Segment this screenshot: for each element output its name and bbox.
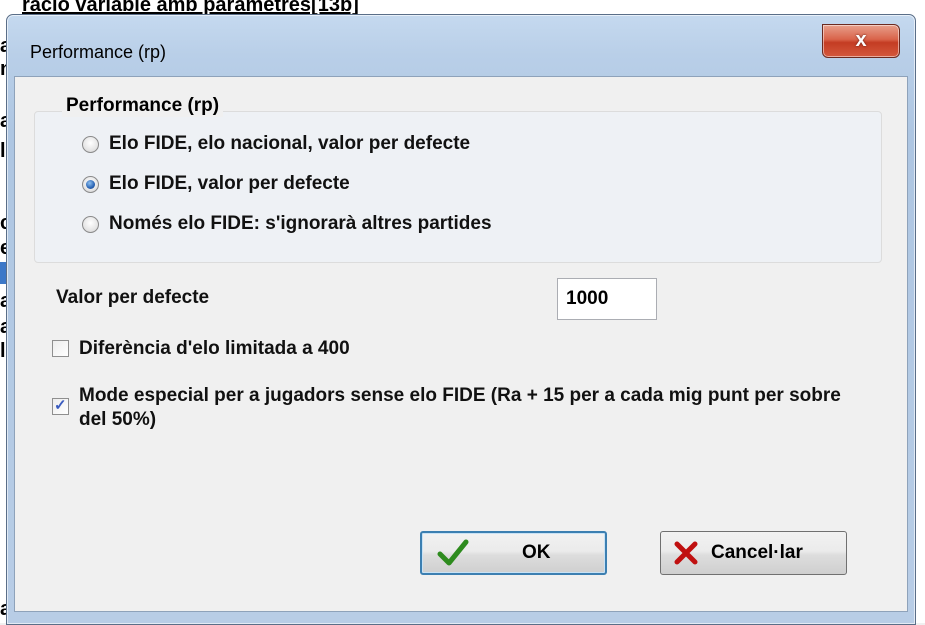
checkbox[interactable]: [52, 340, 69, 357]
checkbox-checked[interactable]: [52, 396, 69, 415]
cross-icon: [669, 536, 703, 570]
radio-button[interactable]: [82, 135, 99, 153]
checkmark-icon: [436, 536, 470, 570]
radio-label: Només elo FIDE: s'ignorarà altres partid…: [109, 213, 492, 234]
special-mode-checkbox-row[interactable]: Mode especial per a jugadors sense elo F…: [52, 384, 872, 432]
cancel-button[interactable]: Cancel·lar: [660, 531, 847, 575]
cancel-label: Cancel·lar: [711, 542, 803, 563]
checkbox-label: Diferència d'elo limitada a 400: [79, 338, 350, 359]
radio-label: Elo FIDE, valor per defecte: [109, 173, 350, 194]
group-label: Performance (rp): [62, 95, 224, 117]
default-value-input[interactable]: [557, 278, 657, 320]
radio-label: Elo FIDE, elo nacional, valor per defect…: [109, 133, 471, 154]
close-icon: x: [855, 29, 867, 51]
ok-label: OK: [522, 542, 551, 563]
radio-button[interactable]: [82, 215, 99, 233]
radio-option-national[interactable]: Elo FIDE, elo nacional, valor per defect…: [82, 131, 470, 157]
close-button[interactable]: x: [822, 24, 900, 58]
radio-option-fide-default[interactable]: Elo FIDE, valor per defecte: [82, 171, 350, 197]
radio-button-selected[interactable]: [82, 175, 99, 193]
default-value-label: Valor per defecte: [56, 287, 210, 308]
window-title: Performance (rp): [30, 42, 167, 62]
checkbox-label: Mode especial per a jugadors sense elo F…: [79, 385, 841, 430]
limit-400-checkbox-row[interactable]: Diferència d'elo limitada a 400: [52, 337, 350, 361]
ok-button[interactable]: OK: [420, 531, 607, 575]
radio-option-fide-only[interactable]: Només elo FIDE: s'ignorarà altres partid…: [82, 211, 492, 237]
